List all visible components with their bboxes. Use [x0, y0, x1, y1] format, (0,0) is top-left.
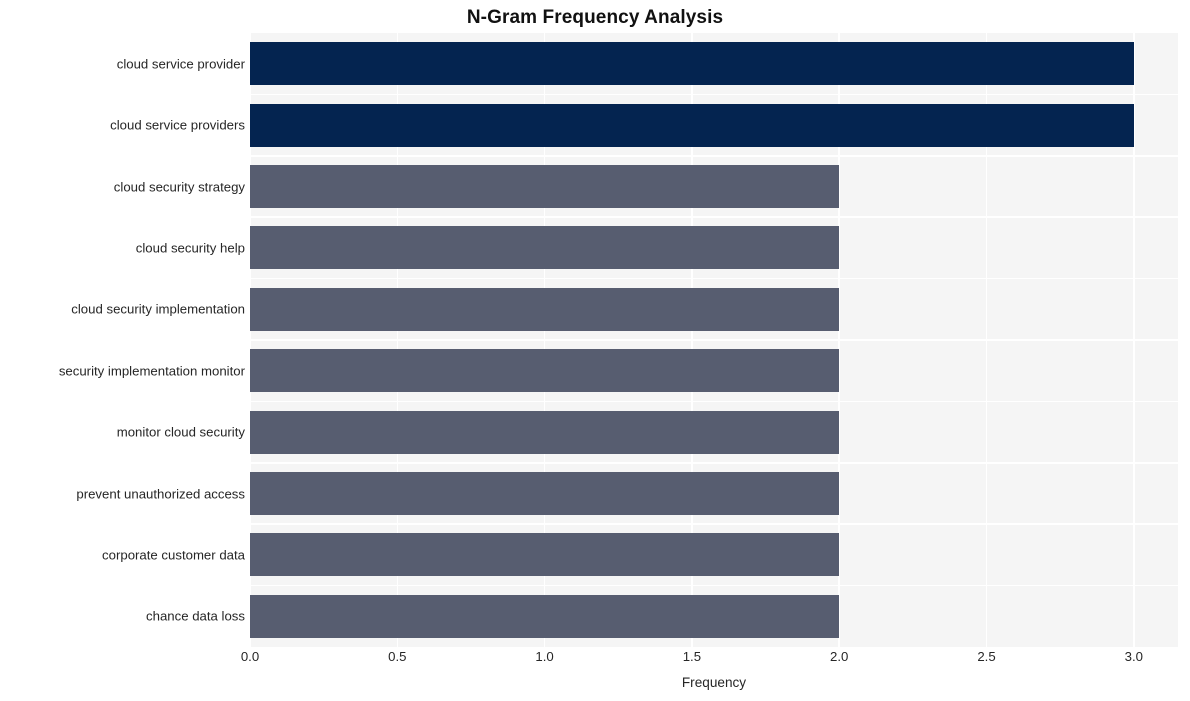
bar — [250, 472, 840, 515]
bar — [250, 533, 840, 577]
plot-area — [250, 33, 1178, 647]
y-tick-label: cloud security help — [135, 240, 245, 256]
gridline-horizontal — [250, 155, 1178, 157]
gridline-horizontal — [250, 93, 1178, 96]
y-tick-label: cloud security strategy — [113, 178, 245, 194]
x-tick-label: 0.0 — [240, 649, 260, 664]
x-tick-label: 0.5 — [388, 649, 407, 664]
bar — [250, 349, 840, 393]
bar — [250, 42, 1134, 86]
gridline-horizontal — [250, 339, 1178, 341]
bar — [250, 594, 840, 638]
y-tick-label: monitor cloud security — [116, 424, 245, 440]
x-tick-label: 2.0 — [830, 649, 849, 664]
x-tick-label: 3.0 — [1124, 649, 1143, 664]
gridline-horizontal — [250, 400, 1178, 403]
y-tick-label: cloud service provider — [116, 56, 245, 72]
bar — [250, 410, 840, 454]
y-tick-label: corporate customer data — [102, 547, 245, 563]
y-axis-tick-labels: cloud service provider cloud service prov… — [0, 33, 245, 647]
y-tick-label: security implementation monitor — [58, 363, 245, 379]
bar — [250, 103, 1134, 147]
chart-figure: N-Gram Frequency Analysis cloud service … — [0, 0, 1190, 701]
x-tick-label: 1.0 — [535, 649, 554, 664]
gridline-horizontal — [250, 523, 1178, 525]
chart-title: N-Gram Frequency Analysis — [466, 7, 724, 28]
x-axis-label: Frequency — [681, 675, 747, 690]
bar — [250, 287, 840, 331]
x-axis-tick-labels: 0.0 0.5 1.0 1.5 2.0 2.5 3.0 — [241, 649, 1178, 672]
x-tick-label: 1.5 — [682, 649, 702, 664]
bar — [250, 226, 840, 270]
bar — [250, 165, 840, 208]
gridline-horizontal — [250, 277, 1178, 280]
gridline-horizontal — [250, 584, 1178, 587]
y-tick-label: prevent unauthorized access — [76, 485, 245, 501]
y-tick-label: cloud service providers — [110, 117, 245, 133]
x-tick-label: 2.5 — [977, 649, 996, 664]
gridline-horizontal — [250, 216, 1178, 218]
y-tick-label: cloud security implementation — [71, 301, 245, 317]
gridline-horizontal — [250, 462, 1178, 464]
y-tick-label: chance data loss — [146, 608, 245, 624]
